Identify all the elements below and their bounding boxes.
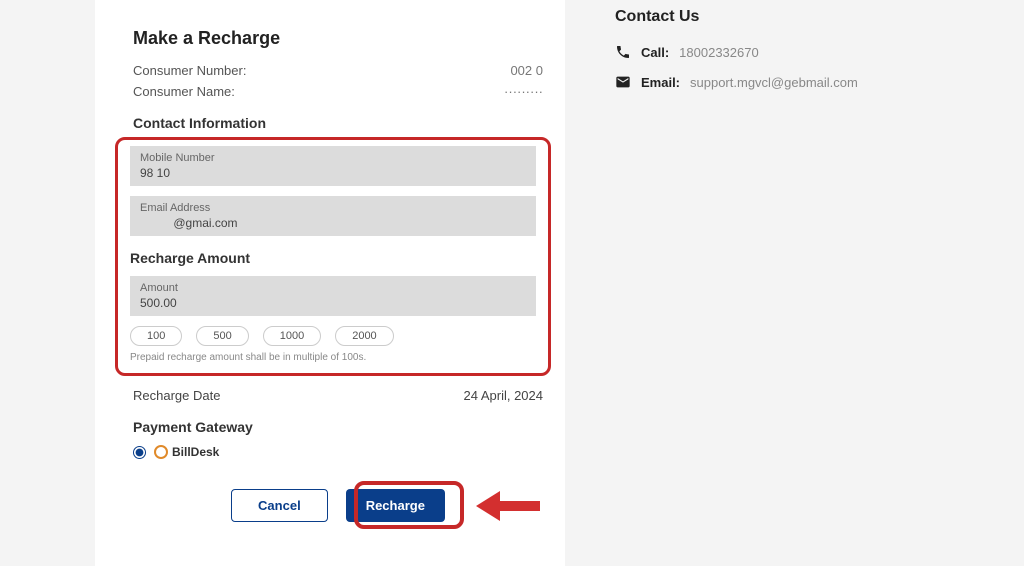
- email-label: Email:: [641, 75, 680, 90]
- mobile-value: 98 10: [140, 166, 526, 180]
- recharge-date-label: Recharge Date: [133, 388, 220, 403]
- phone-icon: [615, 44, 631, 60]
- preset-1000[interactable]: 1000: [263, 326, 321, 346]
- payment-gateway-heading: Payment Gateway: [133, 419, 543, 435]
- main-form-panel: Make a Recharge Consumer Number: 002 0 C…: [95, 0, 565, 566]
- billdesk-label: BillDesk: [154, 445, 219, 459]
- amount-input[interactable]: Amount 500.00: [130, 276, 536, 316]
- recharge-date-row: Recharge Date 24 April, 2024: [133, 388, 543, 403]
- billdesk-text: BillDesk: [172, 445, 219, 459]
- gateway-option-row[interactable]: BillDesk: [133, 445, 543, 459]
- buttons-row: Cancel Recharge: [133, 489, 543, 522]
- amount-presets: 100 500 1000 2000: [130, 326, 536, 346]
- email-value: @gmai.com: [140, 216, 526, 230]
- call-value: 18002332670: [679, 45, 759, 60]
- mobile-input[interactable]: Mobile Number 98 10: [130, 146, 536, 186]
- email-value: support.mgvcl@gebmail.com: [690, 75, 858, 90]
- amount-label: Amount: [140, 282, 526, 294]
- recharge-button[interactable]: Recharge: [346, 489, 445, 522]
- consumer-name-value: ·········: [504, 84, 543, 99]
- form-highlight-box: Mobile Number 98 10 Email Address @gmai.…: [115, 137, 551, 376]
- email-label: Email Address: [140, 202, 526, 214]
- call-label: Call:: [641, 45, 669, 60]
- arrow-annotation: [476, 491, 546, 521]
- cancel-button[interactable]: Cancel: [231, 489, 328, 522]
- contact-sidebar: Contact Us Call: 18002332670 Email: supp…: [615, 0, 858, 566]
- billdesk-radio[interactable]: [133, 446, 146, 459]
- contact-us-heading: Contact Us: [615, 8, 858, 26]
- preset-100[interactable]: 100: [130, 326, 182, 346]
- consumer-name-row: Consumer Name: ·········: [133, 84, 543, 99]
- preset-500[interactable]: 500: [196, 326, 248, 346]
- contact-email-row: Email: support.mgvcl@gebmail.com: [615, 74, 858, 90]
- recharge-date-value: 24 April, 2024: [463, 388, 543, 403]
- consumer-number-row: Consumer Number: 002 0: [133, 63, 543, 78]
- contact-call-row: Call: 18002332670: [615, 44, 858, 60]
- recharge-amount-heading: Recharge Amount: [130, 250, 536, 266]
- consumer-number-value: 002 0: [510, 63, 543, 78]
- consumer-name-label: Consumer Name:: [133, 84, 235, 99]
- mobile-label: Mobile Number: [140, 152, 526, 164]
- consumer-number-label: Consumer Number:: [133, 63, 246, 78]
- page-title: Make a Recharge: [133, 28, 543, 49]
- email-input[interactable]: Email Address @gmai.com: [130, 196, 536, 236]
- preset-2000[interactable]: 2000: [335, 326, 393, 346]
- email-icon: [615, 74, 631, 90]
- amount-value: 500.00: [140, 296, 526, 310]
- contact-info-heading: Contact Information: [133, 115, 543, 131]
- billdesk-icon: [154, 445, 168, 459]
- amount-hint: Prepaid recharge amount shall be in mult…: [130, 352, 536, 363]
